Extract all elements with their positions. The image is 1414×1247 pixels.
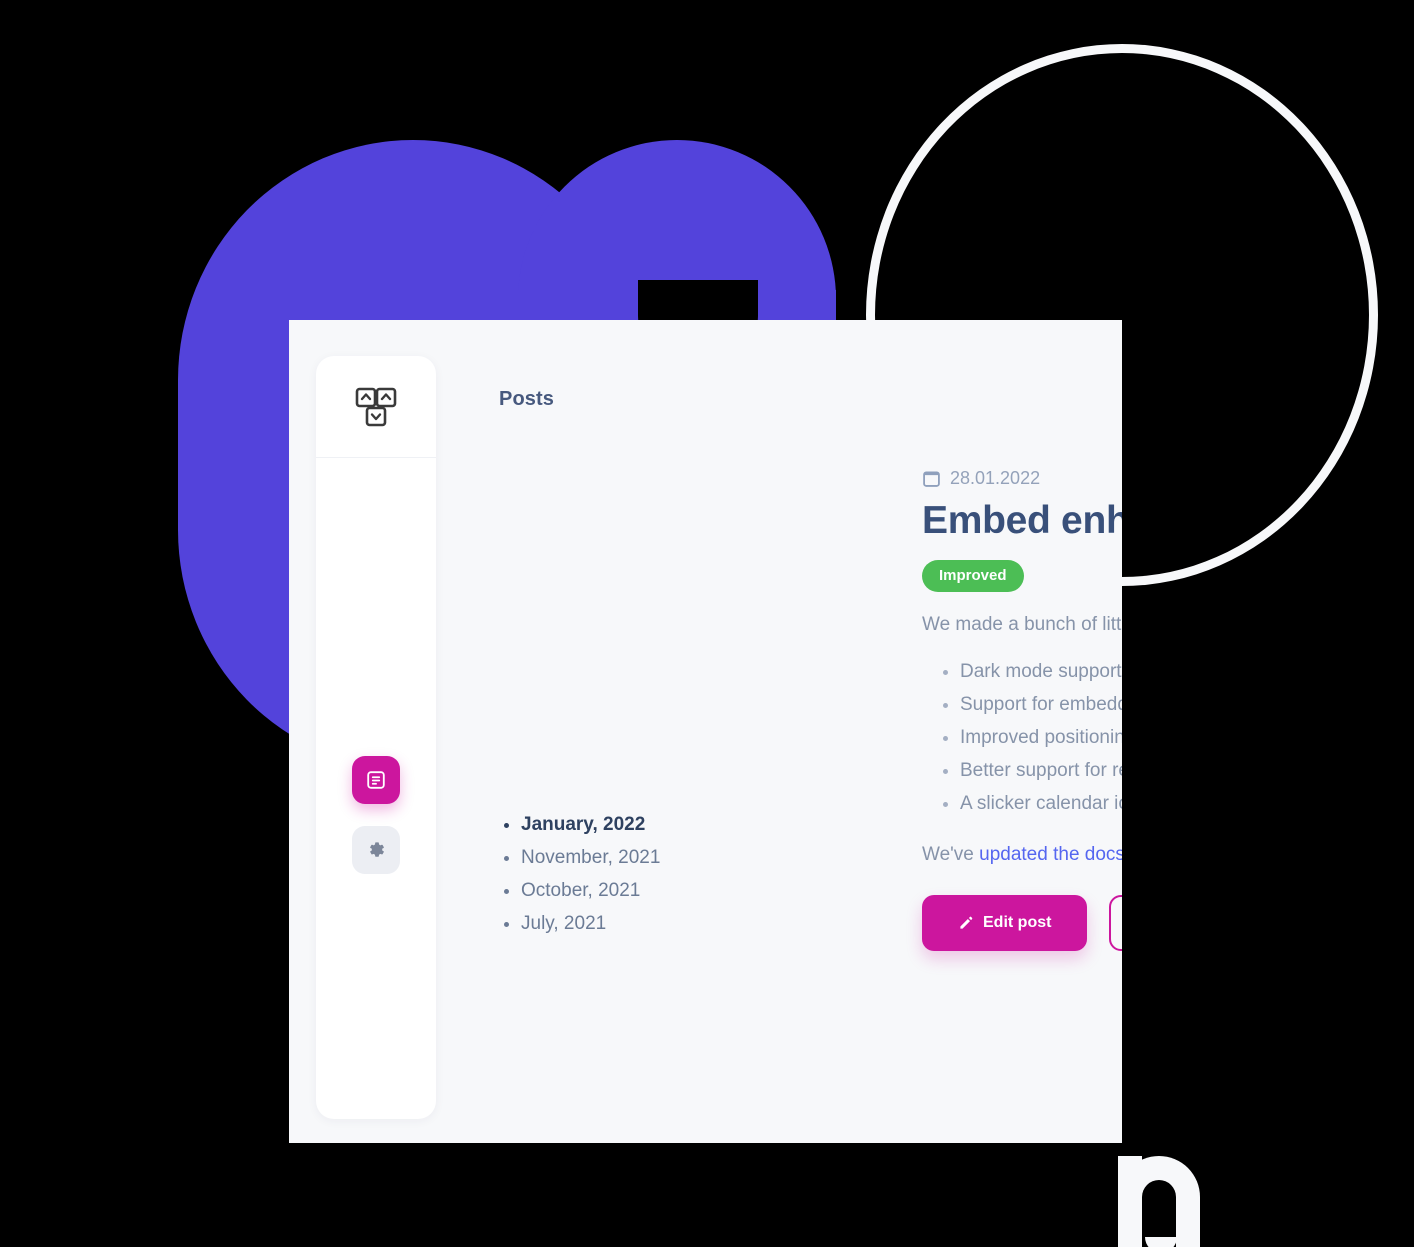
post-actions: Edit post Delete post [922, 895, 1122, 951]
status-badge: Improved [922, 560, 1024, 592]
post-date: 28.01.2022 [922, 468, 1122, 489]
gear-icon [370, 842, 384, 857]
month-item-october-2021[interactable]: October, 2021 [521, 874, 660, 907]
list-item: Improved positioning of the widget c [960, 721, 1122, 754]
month-item-november-2021[interactable]: November, 2021 [521, 841, 660, 874]
white-letter-n [1118, 1144, 1208, 1247]
post-article: 28.01.2022 Embed enhancements Improved W… [922, 468, 1122, 951]
sidebar-item-posts[interactable] [352, 756, 400, 804]
month-item-january-2022[interactable]: January, 2022 [521, 808, 660, 841]
post-lead-paragraph: We made a bunch of little fixes and impr… [922, 614, 1122, 635]
updated-docs-link[interactable]: updated the docs [979, 844, 1122, 865]
logo-icon [355, 387, 397, 426]
list-item: Better support for removing the text [960, 754, 1122, 787]
list-item-text: Support for embedding [960, 694, 1122, 715]
post-outro-before: We've [922, 844, 980, 865]
document-icon [367, 771, 385, 789]
post-date-text: 28.01.2022 [950, 468, 1041, 488]
delete-post-button[interactable]: Delete post [1109, 895, 1122, 951]
sidebar-item-settings[interactable] [352, 826, 400, 874]
letter-n-stem [1118, 1156, 1142, 1247]
sidebar-logo[interactable] [316, 356, 436, 458]
screenshot-stage: Posts January, 2022 November, 2021 Octob… [0, 0, 1414, 1247]
main-content: Posts January, 2022 November, 2021 Octob… [464, 320, 1122, 1143]
edit-post-button[interactable]: Edit post [922, 895, 1088, 951]
app-window-card: Posts January, 2022 November, 2021 Octob… [289, 320, 1122, 1143]
list-item: Dark mode support, using the new t [960, 655, 1122, 688]
calendar-icon [923, 471, 940, 487]
post-outro-paragraph: We've updated the docs to reflect these … [922, 840, 1122, 869]
letter-n-dot [1145, 1237, 1177, 1247]
month-item-july-2021[interactable]: July, 2021 [521, 907, 660, 940]
archive-month-list: January, 2022 November, 2021 October, 20… [499, 808, 660, 940]
sidebar [316, 356, 436, 1119]
pencil-icon [960, 916, 973, 929]
sidebar-nav [352, 756, 400, 874]
list-item: Support for embedding index pages [960, 688, 1122, 721]
edit-post-label: Edit post [983, 914, 1052, 931]
page-title: Posts [499, 388, 554, 410]
post-title: Embed enhancements [922, 499, 1122, 542]
list-item: A slicker calendar icon [960, 787, 1122, 820]
post-bullet-list: Dark mode support, using the new t Suppo… [922, 655, 1122, 820]
